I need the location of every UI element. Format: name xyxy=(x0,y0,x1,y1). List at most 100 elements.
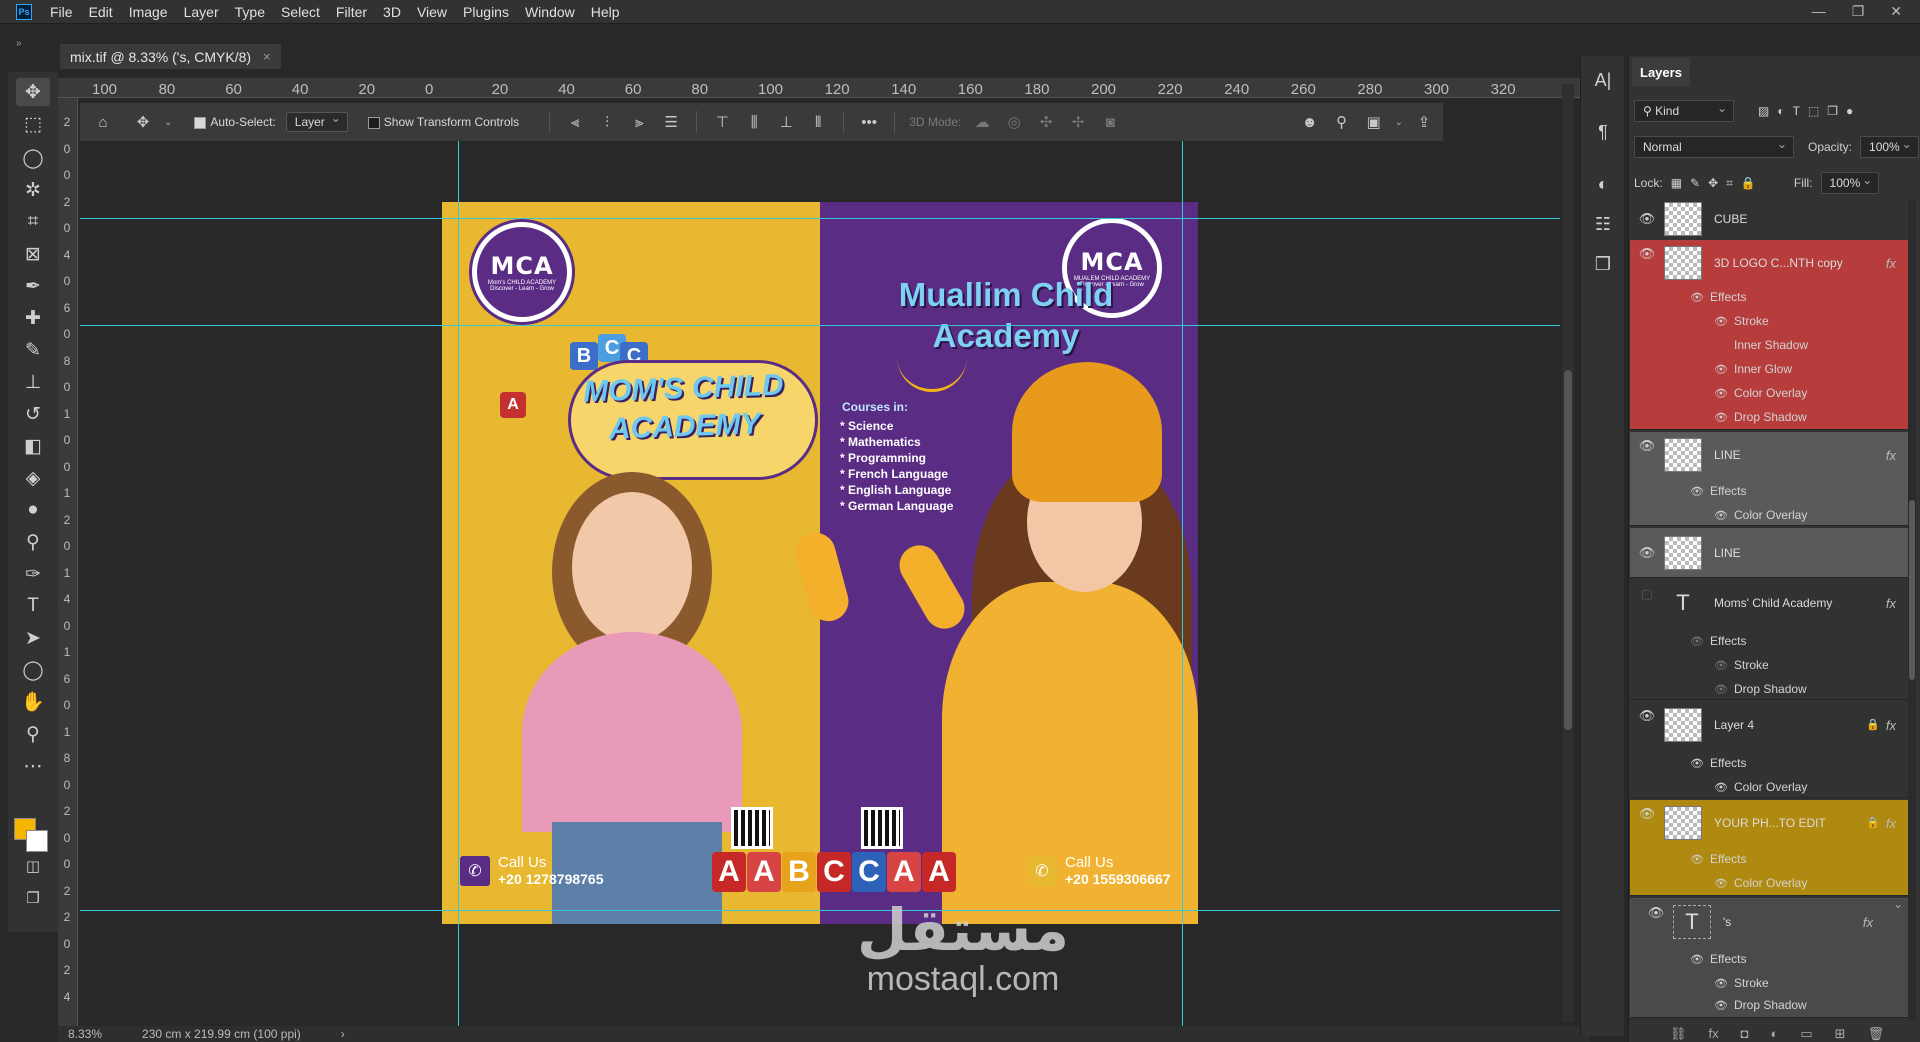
3d-pan-icon[interactable]: ✣ xyxy=(1035,113,1057,131)
effect-item[interactable]: 👁 Inner Glow xyxy=(1714,362,1792,376)
type-tool-icon[interactable]: T xyxy=(16,592,50,620)
menu-type[interactable]: Type xyxy=(227,4,273,20)
layer-row[interactable]: 👁 3D LOGO C...NTH copy fx xyxy=(1630,240,1910,430)
align-left-icon[interactable]: ⫷ xyxy=(564,114,586,131)
minimize-button[interactable]: — xyxy=(1812,3,1826,20)
eye-icon[interactable]: 👁 xyxy=(1714,683,1728,696)
auto-select-checkbox[interactable]: Auto-Select: xyxy=(194,115,276,129)
lock-pixels-icon[interactable]: ✎ xyxy=(1690,176,1700,190)
ellipse-tool-icon[interactable]: ◯ xyxy=(16,656,50,684)
filter-pixel-icon[interactable]: ▨ xyxy=(1758,104,1769,118)
guide-vertical[interactable] xyxy=(1182,141,1183,1026)
chevron-down-icon[interactable]: ⌄ xyxy=(164,117,172,128)
crop-tool-icon[interactable]: ⌗ xyxy=(16,208,50,236)
3d-camera-icon[interactable]: ◙ xyxy=(1099,114,1121,131)
close-tab-icon[interactable]: × xyxy=(263,49,271,64)
adjustment-layer-icon[interactable]: ◐ xyxy=(1771,1026,1779,1042)
3d-slide-icon[interactable]: ✢ xyxy=(1067,113,1089,131)
menu-image[interactable]: Image xyxy=(121,4,176,20)
lock-all-icon[interactable]: 🔒 xyxy=(1741,176,1756,190)
effect-item[interactable]: 👁 Drop Shadow xyxy=(1714,682,1807,696)
new-group-icon[interactable]: ▭ xyxy=(1800,1026,1812,1042)
menu-window[interactable]: Window xyxy=(517,4,583,20)
distribute-icon[interactable]: ☰ xyxy=(660,113,682,131)
align-bottom-icon[interactable]: ⊥ xyxy=(775,113,797,131)
visibility-eye-icon[interactable]: 👁 xyxy=(1630,545,1664,561)
filter-smart-object-icon[interactable]: ❐ xyxy=(1827,104,1838,118)
eye-icon[interactable]: 👁 xyxy=(1690,953,1704,966)
menu-layer[interactable]: Layer xyxy=(176,4,227,20)
visibility-eye-icon[interactable]: 👁 xyxy=(1630,806,1664,822)
properties-panel-icon[interactable]: ☷ xyxy=(1591,214,1615,238)
auto-select-target-dropdown[interactable]: Layer xyxy=(285,111,348,132)
collapse-toolbar-icon[interactable]: » xyxy=(16,38,22,49)
layer-fx-icon[interactable]: fx xyxy=(1886,586,1910,611)
opacity-input[interactable]: 100% xyxy=(1860,136,1919,158)
distribute-vertical-icon[interactable]: ⦀ xyxy=(807,114,829,131)
delete-layer-icon[interactable]: 🗑 xyxy=(1868,1026,1885,1042)
character-panel-icon[interactable]: A| xyxy=(1591,70,1615,94)
effect-item[interactable]: 👁 Drop Shadow xyxy=(1714,410,1807,424)
visibility-eye-icon[interactable]: 👁 xyxy=(1630,708,1664,724)
add-mask-icon[interactable]: ◘ xyxy=(1741,1026,1749,1042)
background-color-swatch[interactable] xyxy=(26,830,48,852)
eye-icon[interactable]: 👁 xyxy=(1714,977,1728,990)
home-icon[interactable]: ⌂ xyxy=(92,114,114,131)
layer-row[interactable]: 👁 CUBE xyxy=(1630,196,1910,242)
new-layer-icon[interactable]: ⊞ xyxy=(1835,1026,1846,1042)
eye-icon[interactable]: 👁 xyxy=(1714,315,1728,328)
brush-tool-icon[interactable]: ✎ xyxy=(16,336,50,364)
more-options-button[interactable]: ••• xyxy=(858,114,880,131)
effects-group[interactable]: 👁 Effects xyxy=(1690,484,1746,498)
filter-adjustment-icon[interactable]: ◐ xyxy=(1777,104,1784,118)
layer-fx-icon[interactable]: fx xyxy=(1886,246,1910,271)
paint-bucket-tool-icon[interactable]: ◈ xyxy=(16,464,50,492)
canvas-scroll-thumb[interactable] xyxy=(1564,370,1572,730)
effect-item[interactable]: 👁 Color Overlay xyxy=(1714,780,1807,794)
layer-fx-icon[interactable]: fx xyxy=(1863,905,1887,930)
status-menu-arrow-icon[interactable]: › xyxy=(341,1027,345,1041)
libraries-panel-icon[interactable]: ❒ xyxy=(1591,254,1615,278)
eye-icon[interactable]: 👁 xyxy=(1714,781,1728,794)
eyedropper-tool-icon[interactable]: ✒ xyxy=(16,272,50,300)
healing-brush-tool-icon[interactable]: ✚ xyxy=(16,304,50,332)
layer-fx-icon[interactable]: fx xyxy=(1886,438,1910,463)
document-tab[interactable]: mix.tif @ 8.33% ('s, CMYK/8) × xyxy=(60,44,281,69)
hand-tool-icon[interactable]: ✋ xyxy=(16,688,50,716)
lock-position-icon[interactable]: ✥ xyxy=(1708,176,1718,190)
eye-icon[interactable]: 👁 xyxy=(1714,509,1728,522)
layer-row[interactable]: 👁 LINE xyxy=(1630,528,1910,578)
marquee-tool-icon[interactable]: ⬚ xyxy=(16,110,50,138)
effect-item[interactable]: 👁 Color Overlay xyxy=(1714,876,1807,890)
eye-icon[interactable]: 👁 xyxy=(1714,387,1728,400)
align-center-icon[interactable]: ⫶ xyxy=(596,114,618,131)
restore-button[interactable]: ❐ xyxy=(1852,3,1865,20)
screen-mode-icon[interactable]: ❐ xyxy=(16,884,50,912)
guide-horizontal[interactable] xyxy=(80,325,1560,326)
menu-filter[interactable]: Filter xyxy=(328,4,375,20)
eye-icon[interactable]: 👁 xyxy=(1690,485,1704,498)
chevron-down-icon[interactable]: ⌄ xyxy=(1395,117,1403,128)
eye-icon[interactable]: 👁 xyxy=(1690,635,1704,648)
blur-tool-icon[interactable]: ● xyxy=(16,496,50,524)
guide-horizontal[interactable] xyxy=(80,218,1560,219)
eye-icon[interactable]: 👁 xyxy=(1690,757,1704,770)
workspace-icon[interactable]: ▣ xyxy=(1363,113,1385,131)
zoom-level[interactable]: 8.33% xyxy=(68,1027,102,1041)
menu-file[interactable]: File xyxy=(42,4,81,20)
link-layers-icon[interactable]: ⛓ xyxy=(1670,1026,1687,1042)
history-brush-tool-icon[interactable]: ↺ xyxy=(16,400,50,428)
layers-tab[interactable]: Layers xyxy=(1632,58,1690,86)
visibility-eye-icon[interactable]: 👁 xyxy=(1630,211,1664,227)
artwork[interactable]: MCA Mom's CHILD ACADEMY Discover - Learn… xyxy=(442,202,1198,924)
path-selection-tool-icon[interactable]: ➤ xyxy=(16,624,50,652)
effects-group[interactable]: 👁 Effects xyxy=(1690,952,1746,966)
3d-roll-icon[interactable]: ◎ xyxy=(1003,113,1025,131)
eye-icon[interactable]: 👁 xyxy=(1714,363,1728,376)
show-transform-checkbox[interactable]: Show Transform Controls xyxy=(367,115,519,129)
eye-icon[interactable]: 👁 xyxy=(1714,877,1728,890)
stamp-tool-icon[interactable]: ⊥ xyxy=(16,368,50,396)
add-style-icon[interactable]: fx xyxy=(1709,1026,1719,1042)
paragraph-panel-icon[interactable]: ¶ xyxy=(1591,122,1615,146)
menu-help[interactable]: Help xyxy=(583,4,628,20)
